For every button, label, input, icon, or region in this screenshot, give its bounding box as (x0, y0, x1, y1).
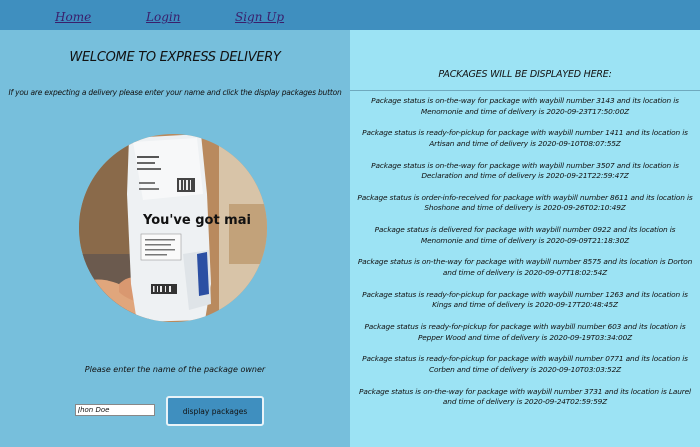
package-item: Package status is on-the-way for package… (371, 96, 679, 116)
display-packages-button[interactable]: display packages (166, 396, 264, 426)
package-list: Package status is on-the-way for package… (350, 96, 700, 419)
package-item: Package status is on-the-way for package… (357, 257, 693, 277)
nav-link-signup[interactable]: Sign Up (235, 10, 284, 24)
right-panel: PACKAGES WILL BE DISPLAYED HERE: Package… (350, 30, 700, 447)
package-item: Package status is ready-for-pickup for p… (362, 354, 688, 374)
top-nav-bar: Home Login Sign Up (0, 0, 700, 30)
package-item: Package status is on-the-way for package… (359, 386, 691, 407)
owner-label: Please enter the name of the package own… (84, 365, 266, 374)
package-item: Package status is order-info-received fo… (357, 192, 693, 213)
nav-link-home[interactable]: Home (55, 10, 91, 24)
photo-package-text: You've got mai (142, 213, 251, 228)
package-item: Package status is ready-for-pickup for p… (362, 289, 688, 310)
welcome-heading: WELCOME TO EXPRESS DELIVERY (69, 50, 281, 65)
package-photo: You've got mai (79, 134, 267, 322)
nav-link-login[interactable]: Login (146, 10, 180, 24)
package-item: Package status is ready-for-pickup for p… (362, 128, 688, 148)
divider (350, 90, 700, 91)
package-item: Package status is ready-for-pickup for p… (364, 322, 686, 342)
package-item: Package status is on-the-way for package… (371, 160, 679, 181)
instructions-text: If you are expecting a delivery please e… (8, 88, 342, 97)
packages-heading: PACKAGES WILL BE DISPLAYED HERE: (438, 69, 612, 80)
owner-name-input[interactable] (75, 404, 155, 416)
package-item: Package status is delivered for package … (374, 225, 676, 245)
left-panel: WELCOME TO EXPRESS DELIVERY If you are e… (0, 30, 350, 447)
